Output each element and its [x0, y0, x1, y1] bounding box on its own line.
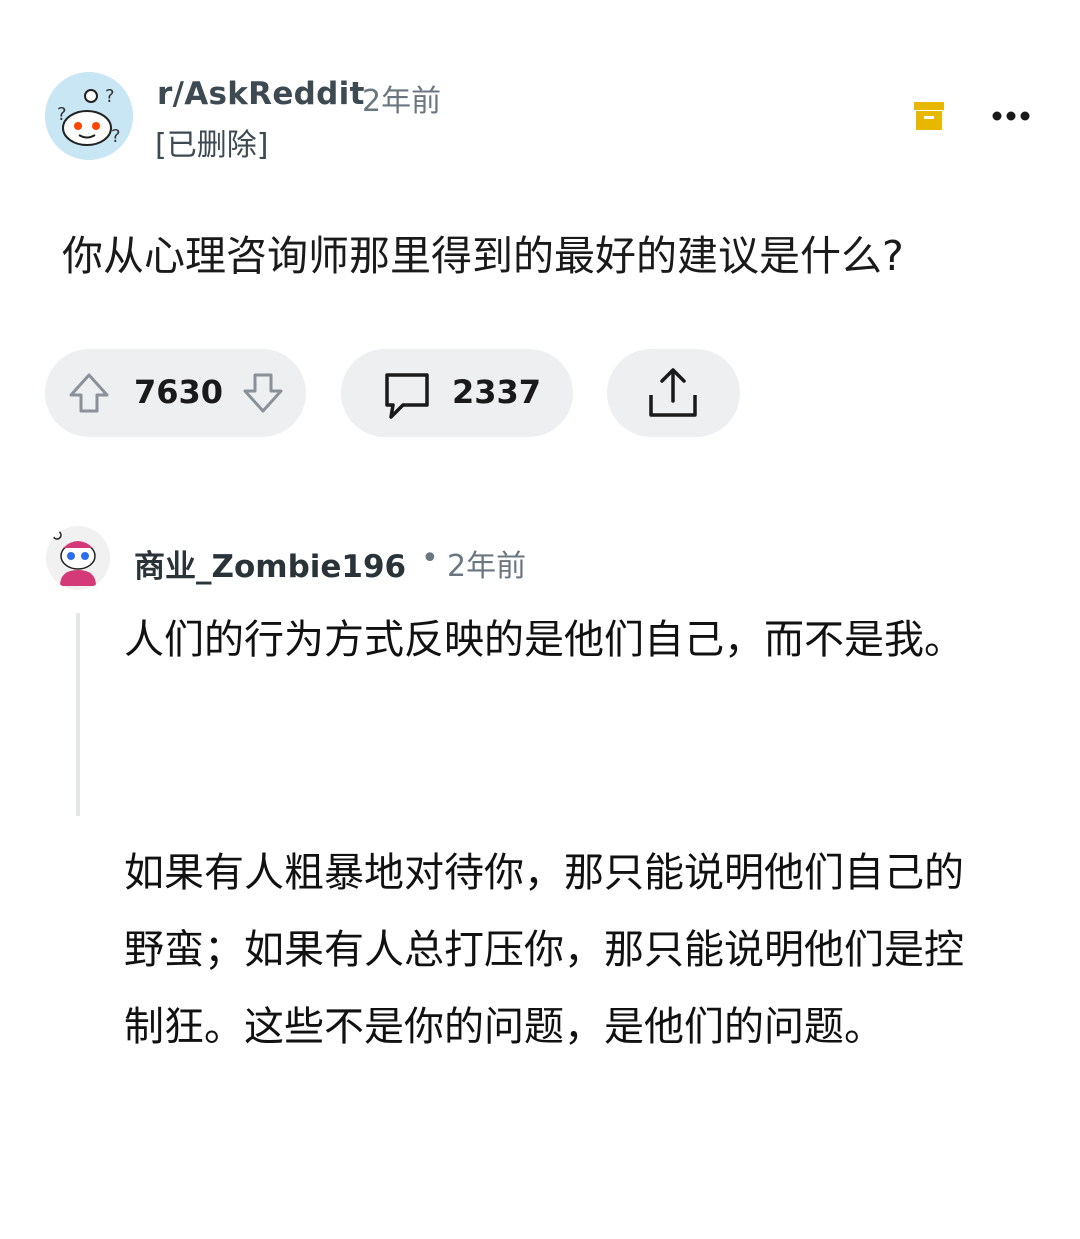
comment-paragraph: 如果有人粗暴地对待你，那只能说明他们自己的野蛮；如果有人总打压你，那只能说明他们… [124, 850, 964, 1050]
post-author: [已删除] [155, 128, 269, 163]
comments-button[interactable]: 2337 [341, 349, 573, 437]
share-icon [649, 368, 697, 417]
svg-text:?: ? [111, 126, 121, 147]
svg-text:?: ? [57, 104, 67, 125]
comment-author-name[interactable]: 商业_Zombie196 [134, 541, 406, 586]
comment-bubble-icon [385, 373, 429, 419]
separator-dot: • [421, 541, 439, 576]
thread-line[interactable] [76, 613, 80, 816]
vote-bar: 7630 [45, 349, 306, 437]
comment-author-avatar[interactable] [46, 526, 110, 590]
snoo-avatar-icon: ? ? ? [45, 72, 133, 160]
vote-count: 7630 [134, 373, 224, 411]
share-button[interactable] [607, 349, 740, 437]
subreddit-name[interactable]: r/AskReddit [157, 76, 365, 112]
post-timestamp: 2年前 [362, 84, 442, 119]
upvote-arrow-icon[interactable] [67, 371, 111, 415]
archive-icon[interactable] [913, 100, 945, 132]
svg-text:?: ? [105, 86, 115, 107]
comment-paragraph: 人们的行为方式反映的是他们自己，而不是我。 [124, 617, 964, 663]
comment-timestamp: 2年前 [447, 549, 527, 584]
more-options-icon[interactable] [991, 100, 1031, 132]
comment-count: 2337 [452, 373, 542, 411]
post-header: ? ? ? r/AskReddit 2年前 [已删除] [45, 70, 1035, 163]
subreddit-avatar[interactable]: ? ? ? [45, 72, 133, 160]
snoo-avatar-icon [46, 526, 110, 590]
downvote-arrow-icon[interactable] [241, 371, 285, 415]
post-title[interactable]: 你从心理咨询师那里得到的最好的建议是什么? [62, 222, 904, 282]
